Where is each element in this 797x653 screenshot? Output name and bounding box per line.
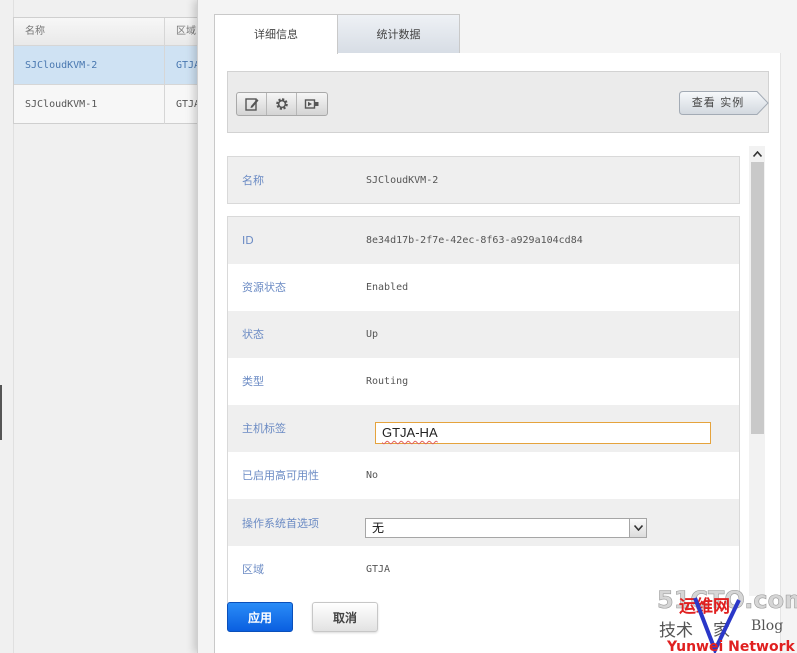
field-label: 已启用高可用性 (242, 469, 319, 482)
left-edge (0, 0, 14, 653)
apply-button[interactable]: 应用 (227, 602, 293, 632)
field-value: Up (366, 329, 379, 340)
detail-row-os-preference: 操作系统首选项 无 (228, 499, 739, 546)
scroll-up-icon[interactable] (749, 146, 765, 162)
selected-option: 无 (372, 521, 385, 535)
table-row[interactable]: SJCloudKVM-2 GTJA (14, 45, 212, 85)
action-toolbar: 查看 实例 (227, 71, 769, 133)
view-instances-button[interactable]: 查看 实例 (679, 91, 769, 115)
tab-content: 查看 实例 名称 SJCloudKVM-2 ID 8e34d17b-2f7e-4… (214, 53, 781, 653)
host-tags-input[interactable]: GTJA-HA (375, 422, 711, 444)
svg-text:技术: 技术 (659, 621, 693, 641)
name-block: 名称 SJCloudKVM-2 (227, 156, 740, 204)
maintenance-button[interactable] (297, 93, 327, 115)
field-value: SJCloudKVM-2 (366, 175, 439, 186)
field-value: Enabled (366, 282, 409, 293)
site-watermark: 51CTO.com 技术 家 Blog 运维网 Yunwei Network (655, 582, 797, 653)
field-value: GTJA (366, 564, 391, 575)
field-value: Routing (366, 376, 409, 387)
field-label: 类型 (242, 375, 264, 388)
field-label: 主机标签 (242, 422, 286, 435)
field-label: 名称 (242, 174, 264, 187)
detail-row-id: ID 8e34d17b-2f7e-42ec-8f63-a929a104cd84 (228, 217, 739, 264)
vertical-scrollbar[interactable] (749, 146, 765, 596)
host-name-cell: SJCloudKVM-1 (25, 99, 98, 110)
field-label: ID (242, 234, 254, 247)
field-value: No (366, 470, 379, 481)
field-value: 8e34d17b-2f7e-42ec-8f63-a929a104cd84 (366, 235, 583, 246)
host-list-panel: 名称 区域 SJCloudKVM-2 GTJA SJCloudKVM-1 GTJ… (0, 0, 213, 653)
watermark-logo: 51CTO.com 技术 家 Blog 运维网 Yunwei Network (657, 586, 797, 653)
action-button-group (236, 92, 328, 116)
host-name-cell: SJCloudKVM-2 (25, 60, 98, 71)
field-label: 操作系统首选项 (242, 517, 319, 530)
detail-row-state: 状态 Up (228, 311, 739, 358)
edit-button[interactable] (237, 93, 267, 115)
host-detail-dialog: 详细信息 统计数据 查看 实例 名称 SJCloudKVM-2 ID 8e34d… (197, 0, 797, 653)
detail-row-name: 名称 SJCloudKVM-2 (228, 157, 739, 204)
detail-row-host-tags: 主机标签 GTJA-HA (228, 405, 739, 452)
edit-icon (244, 98, 258, 111)
column-header-name[interactable]: 名称 (25, 18, 153, 45)
tab-details[interactable]: 详细信息 (214, 14, 338, 54)
host-table: 名称 区域 SJCloudKVM-2 GTJA SJCloudKVM-1 GTJ… (13, 17, 213, 124)
field-label: 区域 (242, 563, 264, 576)
os-preference-select[interactable]: 无 (365, 518, 647, 538)
detail-row-type: 类型 Routing (228, 358, 739, 405)
settings-button[interactable] (267, 93, 297, 115)
info-block: ID 8e34d17b-2f7e-42ec-8f63-a929a104cd84 … (227, 216, 740, 603)
chevron-down-icon[interactable] (629, 519, 646, 537)
detail-row-ha-enabled: 已启用高可用性 No (228, 452, 739, 499)
table-row[interactable]: SJCloudKVM-1 GTJA (14, 84, 212, 124)
field-label: 资源状态 (242, 281, 286, 294)
svg-text:Yunwei Network: Yunwei Network (666, 639, 796, 653)
cancel-button[interactable]: 取消 (312, 602, 378, 632)
svg-text:运维网: 运维网 (679, 596, 730, 617)
scroll-thumb[interactable] (751, 162, 764, 434)
tab-statistics[interactable]: 统计数据 (337, 14, 460, 53)
view-instances-label: 查看 实例 (691, 96, 745, 109)
maintenance-icon (304, 99, 319, 109)
detail-row-resource-state: 资源状态 Enabled (228, 264, 739, 311)
field-label: 状态 (242, 328, 264, 341)
left-edge-mark (0, 385, 2, 440)
svg-text:Blog: Blog (751, 618, 783, 634)
gear-icon (275, 98, 288, 110)
details-scroll-area[interactable]: 名称 SJCloudKVM-2 ID 8e34d17b-2f7e-42ec-8f… (215, 148, 782, 603)
host-table-header: 名称 区域 (14, 18, 212, 45)
